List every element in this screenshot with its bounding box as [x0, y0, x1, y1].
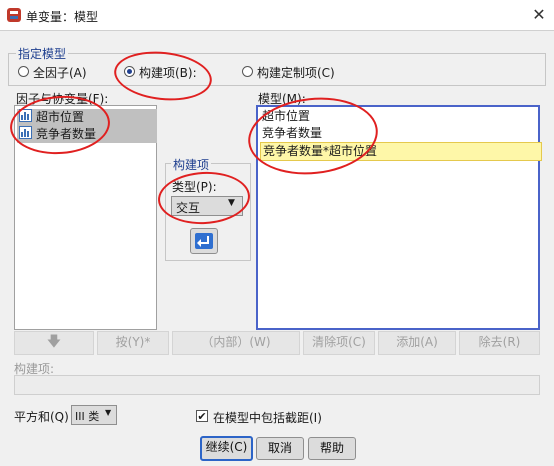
help-button[interactable]: 帮助 [308, 437, 356, 460]
cancel-button-label: 取消 [267, 441, 292, 455]
sum-of-squares-dropdown[interactable]: III 类 ▼ [71, 405, 117, 425]
within-button[interactable]: （内部）(W) [172, 331, 300, 355]
close-icon[interactable]: ✕ [528, 4, 550, 26]
radio-full-factorial-label: 全因子(A) [33, 66, 87, 80]
radio-custom-terms-label: 构建定制项(C) [257, 66, 335, 80]
include-intercept-label: 在模型中包括截距(I) [213, 411, 322, 425]
add-button-label: 添加(A) [396, 335, 438, 349]
continue-button[interactable]: 继续(C) [200, 436, 253, 461]
cancel-button[interactable]: 取消 [256, 437, 304, 460]
remove-button-label: 除去(R) [478, 335, 521, 349]
arrow-down-icon: 🡇 [46, 334, 62, 350]
radio-full-factorial[interactable]: 全因子(A) [18, 64, 108, 80]
continue-button-label: 继续(C) [205, 440, 248, 454]
chevron-down-icon: ▼ [105, 408, 112, 417]
checkmark-icon: ✔ [196, 410, 208, 423]
build-term-legend: 构建项 [171, 156, 212, 173]
include-intercept-checkbox[interactable]: ✔ 在模型中包括截距(I) [196, 409, 396, 425]
add-button[interactable]: 添加(A) [378, 331, 456, 355]
by-button[interactable]: 按(Y)* [97, 331, 169, 355]
radio-icon [18, 66, 29, 77]
move-down-button[interactable]: 🡇 [14, 331, 94, 355]
sum-of-squares-label: 平方和(Q) [14, 410, 69, 424]
term-field[interactable] [14, 375, 540, 395]
arrow-right-icon [195, 233, 213, 249]
app-icon [7, 8, 21, 22]
clear-term-button[interactable]: 清除项(C) [303, 331, 375, 355]
move-to-model-button[interactable] [190, 228, 218, 254]
radio-custom-terms[interactable]: 构建定制项(C) [242, 64, 342, 80]
sum-of-squares-value: III 类 [75, 410, 100, 423]
help-button-label: 帮助 [319, 441, 344, 455]
window-title: 单变量：模型 [26, 10, 99, 24]
specify-model-legend: 指定模型 [16, 45, 69, 62]
clear-term-button-label: 清除项(C) [312, 335, 366, 349]
radio-icon [242, 66, 253, 77]
within-button-label: （内部）(W) [201, 335, 271, 349]
by-button-label: 按(Y)* [115, 335, 151, 349]
remove-button[interactable]: 除去(R) [459, 331, 540, 355]
title-bar: 单变量：模型 ✕ [0, 0, 554, 30]
